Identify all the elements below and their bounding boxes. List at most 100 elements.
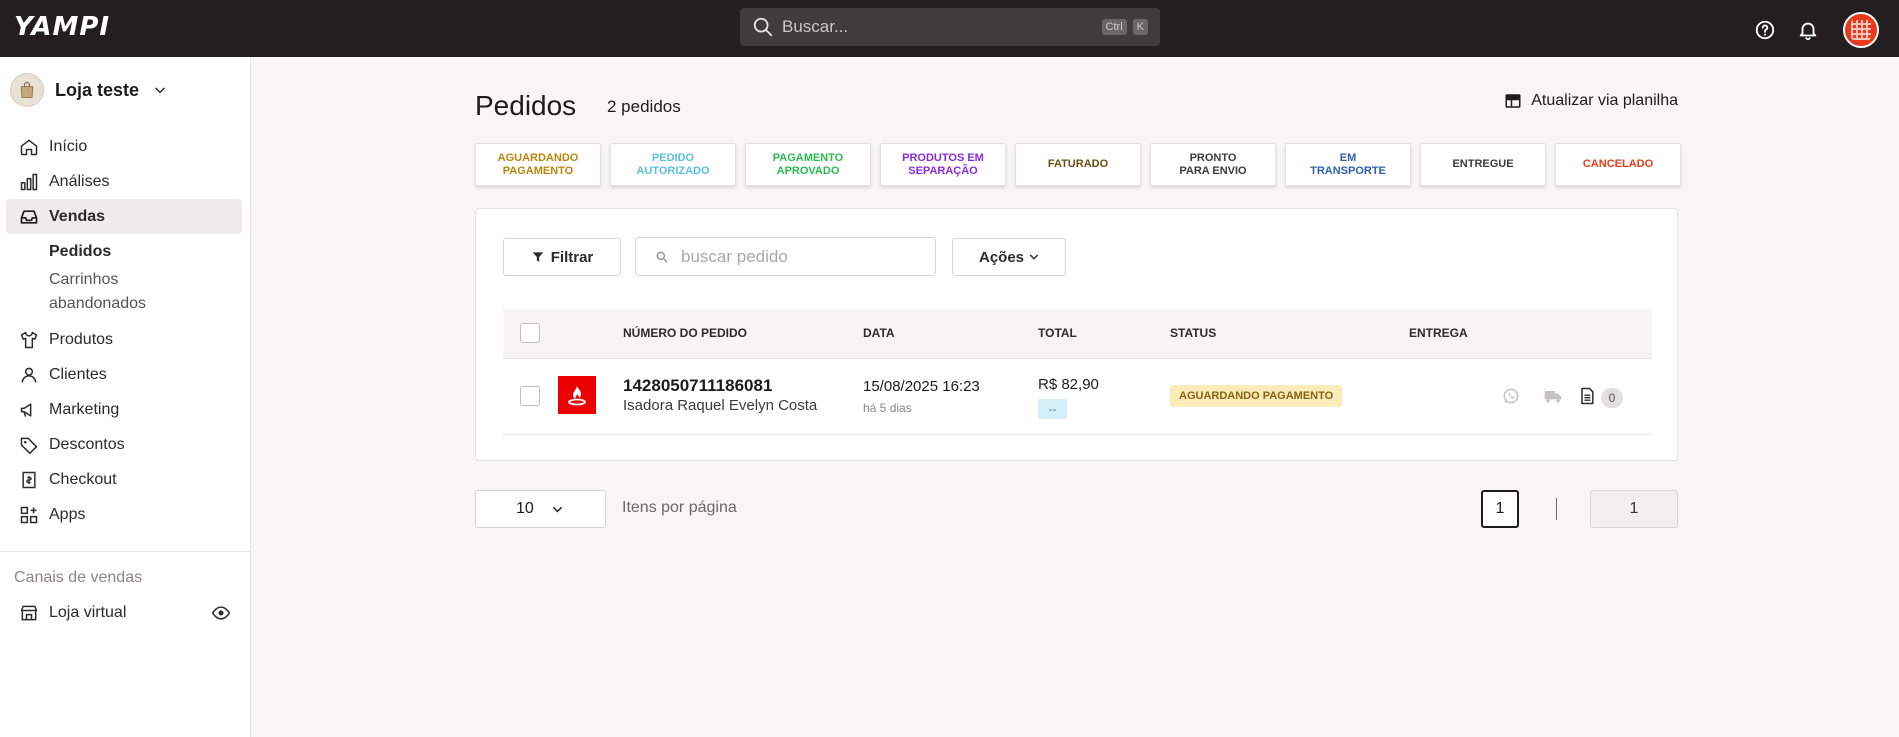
search-icon [656, 251, 668, 262]
row-actions: 0 [1501, 384, 1623, 408]
receipt-icon [22, 471, 36, 488]
shortcut-key: K [1132, 19, 1148, 35]
status-badge: AGUARDANDO PAGAMENTO [1170, 385, 1343, 407]
user-icon [21, 367, 37, 383]
status-tab-faturado[interactable]: FATURADO [1015, 143, 1141, 186]
order-count: 2 pedidos [607, 97, 681, 116]
page-title: Pedidos [475, 90, 577, 121]
sidebar-item-apps[interactable]: Apps [0, 497, 251, 532]
eye-icon[interactable] [211, 603, 231, 623]
order-search[interactable] [635, 237, 936, 276]
pagination-separator [1556, 498, 1557, 520]
status-tab-pronto-para-envio[interactable]: PRONTO PARA ENVIO [1150, 143, 1276, 186]
per-page-label: Itens por página [622, 499, 737, 516]
global-search[interactable]: Buscar... Ctrl K [740, 8, 1160, 46]
chevron-down-icon [155, 87, 165, 94]
flame-icon [568, 386, 586, 406]
megaphone-icon [20, 402, 32, 417]
sidebar-item-descontos[interactable]: Descontos [0, 427, 251, 462]
select-all-checkbox[interactable] [520, 323, 540, 343]
sidebar: Loja teste Início Análises Vendas Pedido… [0, 57, 251, 737]
customer-name: Isadora Raquel Evelyn Costa [623, 397, 818, 414]
sidebar-item-label: Início [49, 137, 88, 155]
filter-button[interactable]: Filtrar [503, 238, 621, 276]
sidebar-subitem-pedidos[interactable]: Pedidos [0, 234, 251, 268]
home-icon [20, 139, 38, 155]
apps-icon [20, 506, 38, 523]
per-page-value: 10 [516, 500, 534, 517]
channels-label: Canais de vendas [14, 569, 143, 586]
pagination-current-page[interactable]: 1 [1481, 490, 1519, 528]
payment-method-badge: -- [1038, 399, 1067, 419]
order-search-input[interactable] [681, 246, 921, 267]
sidebar-divider [0, 551, 251, 552]
store-name: Loja teste [55, 79, 140, 100]
sidebar-item-inicio[interactable]: Início [0, 129, 251, 164]
update-via-spreadsheet-label: Atualizar via planilha [1531, 92, 1678, 109]
col-date: DATA [863, 326, 895, 340]
col-total: TOTAL [1038, 326, 1077, 340]
sidebar-item-analises[interactable]: Análises [0, 164, 251, 199]
per-page-select[interactable]: 10 [475, 490, 606, 528]
status-tab-pagamento-aprovado[interactable]: PAGAMENTO APROVADO [745, 143, 871, 186]
global-search-placeholder: Buscar... [782, 17, 849, 36]
sidebar-subitem-carrinhos[interactable]: Carrinhos abandonados [0, 268, 180, 322]
whatsapp-icon[interactable] [1501, 386, 1521, 406]
status-tab-produtos-em-separacao[interactable]: PRODUTOS EM SEPARAÇÃO [880, 143, 1006, 186]
order-number[interactable]: 1428050711186081 [623, 376, 772, 396]
invoice-count-badge: 0 [1601, 388, 1623, 408]
col-order-number: NÚMERO DO PEDIDO [623, 326, 748, 340]
invoice-icon[interactable] [1577, 386, 1597, 406]
store-logo [10, 73, 44, 107]
inbox-icon [20, 209, 38, 224]
sidebar-nav: Início Análises Vendas Pedidos Carrinhos… [0, 129, 251, 532]
sidebar-item-label: Checkout [49, 470, 117, 488]
search-icon [753, 17, 773, 37]
table-row[interactable]: 1428050711186081 Isadora Raquel Evelyn C… [503, 359, 1652, 435]
top-actions [1733, 12, 1879, 48]
truck-icon[interactable] [1543, 386, 1563, 406]
loja-virtual-label: Loja virtual [49, 604, 127, 621]
status-tab-cancelado[interactable]: CANCELADO [1555, 143, 1681, 186]
sidebar-item-label: Descontos [49, 435, 125, 453]
status-tab-aguardando-pagamento[interactable]: AGUARDANDO PAGAMENTO [475, 143, 601, 186]
sidebar-item-label: Clientes [49, 365, 107, 383]
status-tab-pedido-autorizado[interactable]: PEDIDO AUTORIZADO [610, 143, 736, 186]
help-icon[interactable] [1754, 19, 1776, 41]
user-avatar[interactable] [1843, 12, 1879, 48]
order-total: R$ 82,90 [1038, 376, 1099, 393]
sidebar-item-label: Apps [49, 505, 86, 523]
sidebar-item-label: Análises [49, 172, 110, 190]
orders-card: Filtrar Ações NÚMERO DO PEDIDO DATA TOTA… [475, 208, 1678, 461]
filter-label: Filtrar [550, 248, 594, 266]
col-status: STATUS [1170, 326, 1217, 340]
actions-button[interactable]: Ações [952, 238, 1066, 276]
sidebar-item-loja-virtual[interactable]: Loja virtual [19, 603, 231, 623]
sidebar-item-checkout[interactable]: Checkout [0, 462, 251, 497]
order-date: 15/08/2025 16:23 [863, 378, 980, 395]
sidebar-item-vendas[interactable]: Vendas [6, 199, 242, 234]
chevron-down-icon [1029, 254, 1039, 260]
shirt-icon [20, 331, 38, 348]
bell-icon[interactable] [1797, 19, 1819, 41]
actions-label: Ações [978, 248, 1025, 266]
filter-icon [532, 252, 543, 262]
table-icon [1505, 94, 1521, 108]
store-switcher[interactable]: Loja teste [10, 73, 167, 107]
sidebar-item-clientes[interactable]: Clientes [0, 357, 251, 392]
status-tab-entregue[interactable]: ENTREGUE [1420, 143, 1546, 186]
update-via-spreadsheet-button[interactable]: Atualizar via planilha [1504, 92, 1678, 110]
row-checkbox[interactable] [520, 386, 540, 406]
table-header: NÚMERO DO PEDIDO DATA TOTAL STATUS ENTRE… [503, 309, 1652, 359]
bar-chart-icon [20, 173, 38, 190]
pagination-last-page[interactable]: 1 [1590, 490, 1678, 528]
santander-logo [558, 376, 596, 414]
sidebar-item-label: Produtos [49, 330, 114, 348]
sidebar-item-marketing[interactable]: Marketing [0, 392, 251, 427]
status-tab-em-transporte[interactable]: EM TRANSPORTE [1285, 143, 1411, 186]
yampi-logo[interactable]: YAMPI [14, 12, 110, 42]
shopping-bag-icon [20, 81, 34, 98]
sidebar-item-produtos[interactable]: Produtos [0, 322, 251, 357]
order-relative-date: há 5 dias [863, 401, 912, 415]
shortcut-ctrl: Ctrl [1101, 19, 1127, 35]
